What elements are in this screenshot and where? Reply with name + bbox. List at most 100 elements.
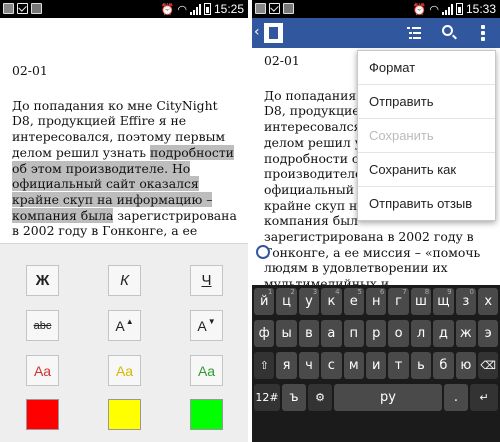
status-bar: ⏰ ◠ 15:25 [0, 0, 248, 18]
key-ы[interactable]: ы [276, 320, 297, 347]
wifi-icon: ◠ [429, 2, 439, 16]
key-label: ы [281, 326, 292, 341]
right-screen: ⏰ ◠ 15:33 ‹ 02-01 До попадания ко мне D8… [252, 0, 500, 442]
key-э[interactable]: э [478, 320, 499, 347]
document-heading: 02-01 [12, 63, 48, 78]
key-label: е [349, 294, 358, 309]
font-color-red-button[interactable]: Aa [26, 355, 59, 386]
key-и[interactable]: и [366, 352, 387, 379]
keyboard-row-1: й1ц2у3к4е5н6г7ш8щ9з0х [252, 288, 500, 317]
highlight-yellow-swatch[interactable] [108, 399, 141, 430]
key-к[interactable]: к4 [321, 288, 342, 315]
cursor-handle[interactable] [256, 245, 270, 259]
key-label: р [372, 326, 381, 341]
keyboard-row-3: ⇧ я ч с м и т ь б ю ⌫ [252, 352, 500, 381]
space-key[interactable]: ру [334, 384, 442, 411]
key-т[interactable]: т [388, 352, 409, 379]
key-б[interactable]: б [433, 352, 454, 379]
menu-item-send[interactable]: Отправить [358, 85, 495, 119]
bold-button[interactable]: Ж [26, 265, 59, 296]
key-а[interactable]: а [321, 320, 342, 347]
key-х[interactable]: х [478, 288, 499, 315]
key-period[interactable]: . [444, 384, 468, 411]
document-paragraph[interactable]: До попадания ко мне CityNight D8, продук… [12, 98, 242, 255]
key-г[interactable]: г7 [388, 288, 409, 315]
signal-icon [441, 3, 453, 15]
underline-button[interactable]: Ч [190, 265, 223, 296]
settings-gear-icon[interactable]: ⚙ [308, 384, 332, 411]
status-bar-right: ⏰ ◠ 15:33 [252, 0, 500, 18]
task-notification-icon [31, 3, 42, 14]
key-з[interactable]: з0 [455, 288, 476, 315]
key-label: э [484, 326, 492, 341]
key-в[interactable]: в [298, 320, 320, 347]
strikethrough-label: abc [33, 319, 52, 332]
key-й[interactable]: й1 [254, 288, 275, 315]
shift-key[interactable]: ⇧ [254, 352, 275, 379]
font-color-green-button[interactable]: Aa [190, 355, 223, 386]
key-hint: 0 [469, 288, 474, 296]
highlight-red-swatch[interactable] [26, 399, 59, 430]
task-notification-icon [283, 3, 294, 14]
key-д[interactable]: д [433, 320, 454, 347]
menu-item-save-as[interactable]: Сохранить как [358, 153, 495, 187]
highlight-green-swatch[interactable] [190, 399, 223, 430]
mail-notification-icon [17, 3, 28, 14]
key-ъ[interactable]: ъ [282, 384, 306, 411]
key-м[interactable]: м [343, 352, 364, 379]
key-label: ю [460, 358, 472, 373]
font-color-yellow-button[interactable]: Aa [108, 355, 141, 386]
key-п[interactable]: п [343, 320, 364, 347]
key-label: щ [437, 294, 450, 309]
more-options-icon[interactable] [481, 25, 485, 43]
format-panel: Ж К Ч abc A ▲ A ▼ Aa Aa Aa [0, 243, 248, 442]
key-ж[interactable]: ж [455, 320, 476, 347]
key-label: с [327, 358, 335, 373]
key-е[interactable]: е5 [343, 288, 364, 315]
key-о[interactable]: о [388, 320, 409, 347]
outline-icon[interactable] [407, 27, 421, 39]
key-hint: 4 [335, 288, 340, 296]
key-label: з [462, 294, 470, 309]
menu-item-format[interactable]: Формат [358, 51, 495, 85]
increase-font-button[interactable]: A ▲ [108, 310, 141, 341]
arrow-down-icon: ▼ [207, 317, 216, 326]
key-у[interactable]: у3 [298, 288, 320, 315]
key-ц[interactable]: ц2 [276, 288, 297, 315]
key-ю[interactable]: ю [455, 352, 476, 379]
key-ш[interactable]: ш8 [410, 288, 432, 315]
office-logo-icon[interactable] [264, 23, 283, 43]
back-chevron-icon[interactable]: ‹ [254, 24, 260, 40]
key-hint: 3 [312, 288, 318, 296]
key-ь[interactable]: ь [410, 352, 432, 379]
search-icon[interactable] [442, 25, 453, 36]
key-я[interactable]: я [276, 352, 297, 379]
menu-item-send-feedback[interactable]: Отправить отзыв [358, 187, 495, 221]
document-body[interactable]: 02-01 До попадания ко мне CityNight D8, … [12, 63, 242, 255]
key-с[interactable]: с [321, 352, 342, 379]
key-hint: 6 [379, 288, 385, 296]
key-ч[interactable]: ч [298, 352, 320, 379]
menu-item-save: Сохранить [358, 119, 495, 153]
image-notification-icon [255, 3, 266, 14]
key-н[interactable]: н6 [366, 288, 387, 315]
status-time: 15:25 [213, 2, 244, 16]
decrease-font-button[interactable]: A ▼ [190, 310, 223, 341]
key-label: я [282, 358, 291, 373]
key-label: к [327, 294, 336, 309]
key-щ[interactable]: щ9 [433, 288, 454, 315]
decrease-font-label: A [197, 317, 207, 334]
key-label: а [327, 326, 336, 341]
enter-key[interactable]: ↵ [470, 384, 498, 411]
keyboard-row-2: фывапролджэ [252, 320, 500, 349]
symbols-key[interactable]: 12# [254, 384, 280, 411]
key-ф[interactable]: ф [254, 320, 275, 347]
document-continuation: зарегистрирована в 2002 году в Гонконге,… [264, 229, 481, 292]
key-р[interactable]: р [366, 320, 387, 347]
strikethrough-button[interactable]: abc [26, 310, 59, 341]
key-hint: 2 [290, 288, 295, 296]
key-л[interactable]: л [410, 320, 432, 347]
key-label: ⌫ [480, 359, 496, 372]
backspace-key[interactable]: ⌫ [478, 352, 499, 379]
italic-button[interactable]: К [108, 265, 141, 296]
